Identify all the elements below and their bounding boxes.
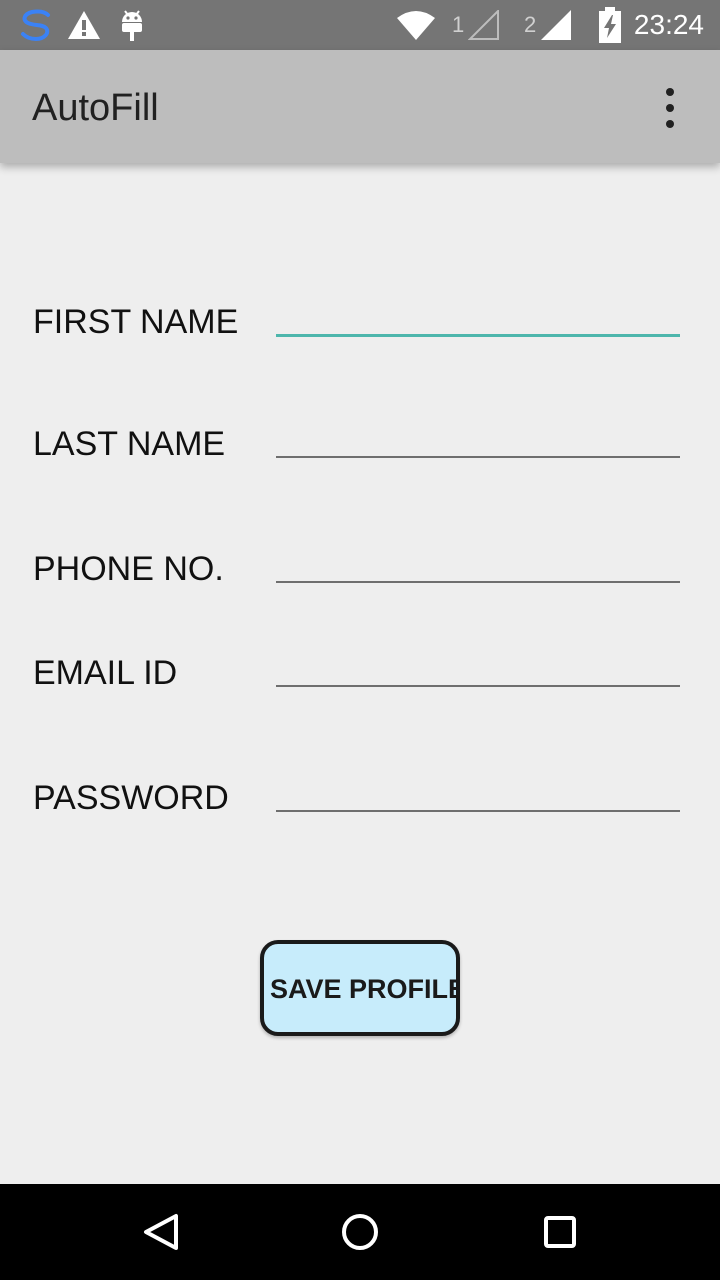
first-name-input[interactable] — [276, 290, 680, 337]
back-icon[interactable] — [132, 1204, 188, 1260]
save-profile-button[interactable]: SAVE PROFILE — [260, 940, 460, 1036]
navigation-bar — [0, 1184, 720, 1280]
password-label: PASSWORD — [33, 779, 229, 817]
email-label: EMAIL ID — [33, 654, 178, 692]
phone-input[interactable] — [276, 537, 680, 583]
first-name-label: FIRST NAME — [33, 303, 239, 341]
sync-icon — [21, 9, 50, 42]
app-bar: AutoFill — [0, 50, 720, 163]
status-time: 23:24 — [633, 9, 704, 40]
overflow-menu-icon[interactable] — [650, 86, 690, 130]
warning-icon — [68, 11, 100, 39]
app-title: AutoFill — [32, 87, 159, 129]
sim2-label: 2 — [524, 12, 537, 37]
android-debug-icon — [122, 10, 142, 41]
battery-charging-icon — [599, 7, 621, 43]
recents-icon[interactable] — [532, 1204, 588, 1260]
status-bar: 1 2 23:24 — [0, 0, 720, 50]
email-input[interactable] — [276, 641, 680, 687]
last-name-label: LAST NAME — [33, 425, 226, 463]
signal-sim2-icon — [541, 10, 571, 40]
sim1-label: 1 — [452, 12, 465, 37]
password-input[interactable] — [276, 766, 680, 812]
home-icon[interactable] — [332, 1204, 388, 1260]
wifi-icon — [397, 11, 435, 40]
phone-label: PHONE NO. — [33, 550, 224, 588]
signal-sim1-icon — [468, 10, 499, 40]
last-name-input[interactable] — [276, 412, 680, 458]
